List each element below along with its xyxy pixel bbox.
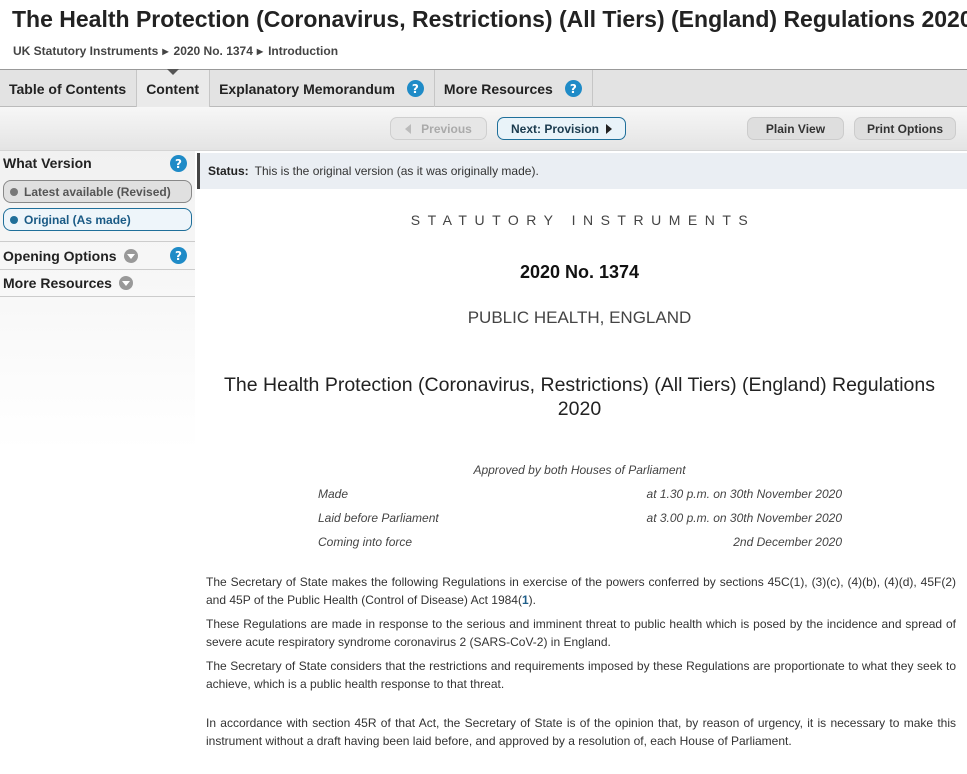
- status-text: This is the original version (as it was …: [254, 164, 539, 178]
- sidebar: What Version ? Latest available (Revised…: [0, 151, 195, 451]
- approval-note: Approved by both Houses of Parliament: [473, 463, 686, 477]
- preamble-paragraph: The Secretary of State makes the followi…: [206, 573, 956, 609]
- tab-bar: Table of Contents Content Explanatory Me…: [0, 69, 967, 107]
- help-icon[interactable]: ?: [564, 80, 582, 97]
- chevron-down-icon: [118, 276, 133, 290]
- date-row-force: Coming into force 2nd December 2020: [318, 535, 842, 549]
- bullet-icon: [10, 215, 18, 224]
- original-version-label: Original (As made): [24, 212, 131, 227]
- breadcrumb-separator-icon: ▶: [256, 46, 264, 56]
- more-resources-toggle[interactable]: More Resources: [0, 269, 195, 297]
- more-resources-label: More Resources: [3, 275, 112, 291]
- breadcrumb-item-number[interactable]: 2020 No. 1374: [174, 44, 253, 58]
- date-row-laid: Laid before Parliament at 3.00 p.m. on 3…: [318, 511, 842, 525]
- date-row-made: Made at 1.30 p.m. on 30th November 2020: [318, 487, 842, 501]
- next-provision-button[interactable]: Next: Provision: [497, 117, 626, 140]
- tab-content[interactable]: Content: [137, 69, 211, 107]
- latest-version-label: Latest available (Revised): [24, 184, 171, 199]
- previous-button[interactable]: Previous: [390, 117, 487, 140]
- help-icon[interactable]: ?: [170, 155, 187, 172]
- tab-label: Explanatory Memorandum: [219, 80, 395, 97]
- preamble-paragraph: These Regulations are made in response t…: [206, 617, 956, 649]
- arrow-left-icon: [405, 123, 412, 134]
- instrument-subject: PUBLIC HEALTH, ENGLAND: [467, 308, 692, 327]
- tab-table-of-contents[interactable]: Table of Contents: [0, 70, 138, 107]
- latest-version-button[interactable]: Latest available (Revised): [3, 180, 192, 203]
- date-label: Laid before Parliament: [318, 511, 439, 525]
- preamble-paragraph: The Secretary of State considers that th…: [206, 659, 956, 691]
- chevron-down-icon: [123, 248, 138, 263]
- breadcrumb-separator-icon: ▶: [162, 46, 169, 56]
- original-version-button[interactable]: Original (As made): [3, 208, 192, 231]
- status-banner: Status: This is the original version (as…: [197, 153, 967, 189]
- instrument-title: The Health Protection (Coronavirus, Rest…: [224, 374, 935, 420]
- breadcrumb-item-uksi[interactable]: UK Statutory Instruments: [13, 44, 158, 58]
- arrow-right-icon: [606, 123, 613, 134]
- tab-label: Content: [146, 80, 200, 97]
- bullet-icon: [10, 187, 18, 196]
- footnote-link[interactable]: 1: [522, 593, 529, 607]
- tab-more-resources[interactable]: More Resources ?: [435, 70, 593, 107]
- breadcrumb-item-current: Introduction: [268, 44, 339, 58]
- paragraph-text: ).: [528, 593, 536, 607]
- instrument-type-heading: STATUTORY INSTRUMENTS: [410, 212, 756, 228]
- plain-view-button[interactable]: Plain View: [747, 117, 844, 140]
- date-value: 2nd December 2020: [733, 535, 842, 549]
- date-label: Coming into force: [318, 535, 413, 549]
- preamble-paragraph: In accordance with section 45R of that A…: [206, 716, 956, 748]
- previous-label: Previous: [421, 121, 472, 136]
- date-label: Made: [318, 487, 349, 501]
- tab-label: Table of Contents: [9, 80, 127, 97]
- status-label: Status:: [208, 164, 249, 178]
- next-label: Next: Provision: [510, 121, 600, 136]
- help-icon[interactable]: ?: [170, 247, 187, 264]
- date-value: at 1.30 p.m. on 30th November 2020: [646, 487, 842, 501]
- instrument-number: 2020 No. 1374: [519, 262, 640, 282]
- paragraph-text: The Secretary of State makes the followi…: [206, 575, 956, 607]
- breadcrumb: UK Statutory Instruments ▶ 2020 No. 1374…: [13, 44, 338, 58]
- print-options-button[interactable]: Print Options: [854, 117, 956, 140]
- opening-options-label: Opening Options: [3, 247, 117, 264]
- opening-options-toggle[interactable]: Opening Options: [0, 241, 195, 269]
- help-icon[interactable]: ?: [406, 80, 424, 97]
- what-version-heading: What Version: [3, 155, 92, 171]
- tab-explanatory-memorandum[interactable]: Explanatory Memorandum ?: [210, 70, 435, 107]
- toolbar: Previous Next: Provision Plain View Prin…: [0, 107, 967, 151]
- page-title: The Health Protection (Coronavirus, Rest…: [12, 6, 967, 32]
- tab-label: More Resources: [443, 80, 553, 97]
- date-value: at 3.00 p.m. on 30th November 2020: [646, 511, 842, 525]
